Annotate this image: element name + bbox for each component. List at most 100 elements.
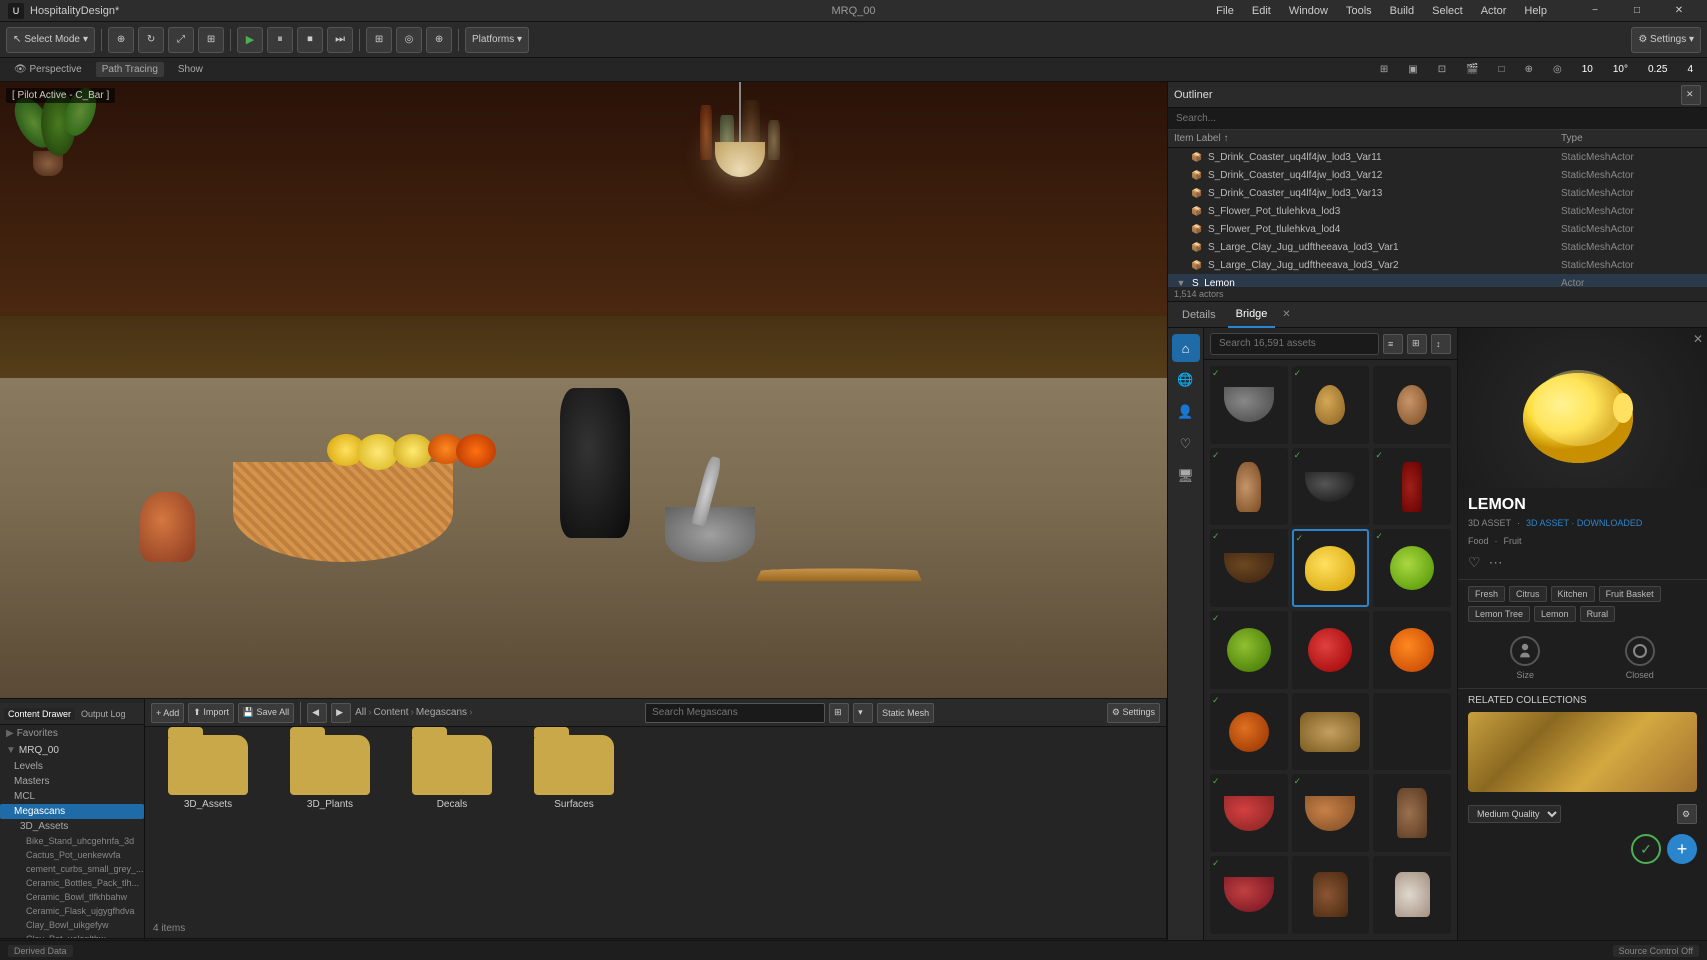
asset-cell-nuts[interactable] <box>1292 693 1370 771</box>
grid-num-btn[interactable]: 10 <box>1576 62 1599 77</box>
import-btn[interactable]: ⬆ Import <box>188 703 234 723</box>
platforms-dropdown[interactable]: Platforms ▾ <box>465 27 529 53</box>
menu-select[interactable]: Select <box>1424 3 1471 19</box>
menu-window[interactable]: Window <box>1281 3 1336 19</box>
bc-content[interactable]: Content <box>374 707 409 718</box>
table-row[interactable]: 📦 S_Drink_Coaster_uq4lf4jw_lod3_Var13 St… <box>1168 184 1707 202</box>
viewport-icon-3[interactable]: ⊡ <box>1432 62 1452 77</box>
asset-cell-red-bowl[interactable]: ✓ <box>1210 774 1288 852</box>
tag-fresh[interactable]: Fresh <box>1468 586 1505 602</box>
asset-cell-empty1[interactable] <box>1373 693 1451 771</box>
detail-category-food[interactable]: Food <box>1468 536 1489 546</box>
table-row[interactable]: 📦 S_Drink_Coaster_uq4lf4jw_lod3_Var11 St… <box>1168 148 1707 166</box>
status-source-control[interactable]: Source Control Off <box>1613 945 1699 957</box>
minimize-button[interactable]: − <box>1575 0 1615 22</box>
transform-btn-3[interactable]: ⤢ <box>168 27 194 53</box>
bc-megascans[interactable]: Megascans <box>416 707 467 718</box>
heart-icon[interactable]: ♡ <box>1172 430 1200 458</box>
asset-cell-wood-bowl[interactable]: ✓ <box>1292 774 1370 852</box>
play-button[interactable]: ▶ <box>237 27 263 53</box>
content-search[interactable] <box>645 703 825 723</box>
asset-cell-white-cup[interactable] <box>1373 856 1451 934</box>
filter-btn[interactable]: ⊞ <box>829 703 849 723</box>
tag-lemon-tree[interactable]: Lemon Tree <box>1468 606 1530 622</box>
stop-button[interactable]: ⏹ <box>297 27 323 53</box>
user-icon[interactable]: 👤 <box>1172 398 1200 426</box>
globe-icon[interactable]: 🌐 <box>1172 366 1200 394</box>
folder-surfaces[interactable]: Surfaces <box>519 735 629 810</box>
tree-megascans[interactable]: Megascans <box>0 804 144 819</box>
filter-static-mesh[interactable]: Static Mesh <box>877 703 934 723</box>
output-log-tab[interactable]: Output Log <box>77 708 130 720</box>
asset-cell-vase[interactable]: ✓ <box>1210 448 1288 526</box>
asset-cell-red-bowl2[interactable]: ✓ <box>1210 856 1288 934</box>
scale-snap-btn[interactable]: ⊕ <box>426 27 452 53</box>
grid-options-btn[interactable]: ⊞ <box>198 27 224 53</box>
close-button[interactable]: ✕ <box>1659 0 1699 22</box>
detail-close-btn[interactable]: ✕ <box>1693 332 1703 346</box>
folder-3d-plants[interactable]: 3D_Plants <box>275 735 385 810</box>
save-all-btn[interactable]: 💾 Save All <box>238 703 294 723</box>
nav-fwd-btn[interactable]: ▶ <box>331 703 351 723</box>
viewport-icon-4[interactable]: 🎬 <box>1460 62 1484 77</box>
filter-options-btn[interactable]: ▾ <box>853 703 873 723</box>
status-derived-data[interactable]: Derived Data <box>8 945 73 957</box>
asset-cell-bottle[interactable]: ✓ <box>1373 448 1451 526</box>
pause-button[interactable]: ⏸ <box>267 27 293 53</box>
details-tab[interactable]: Details <box>1174 302 1224 328</box>
angle-num-btn[interactable]: 10° <box>1607 62 1634 77</box>
asset-cell-brown-egg[interactable] <box>1373 366 1451 444</box>
folder-decals[interactable]: Decals <box>397 735 507 810</box>
monitor-icon[interactable]: 🖥 <box>1172 462 1200 490</box>
asset-cell-lemon[interactable]: ✓ <box>1292 529 1370 607</box>
viewport-icon-6[interactable]: ⊕ <box>1519 62 1539 77</box>
menu-build[interactable]: Build <box>1382 3 1422 19</box>
bridge-tab-close[interactable]: ✕ <box>1279 308 1293 322</box>
menu-help[interactable]: Help <box>1516 3 1555 19</box>
lod-num-btn[interactable]: 4 <box>1681 62 1699 77</box>
add-to-scene-btn[interactable]: + <box>1667 834 1697 864</box>
outliner-close-btn[interactable]: ✕ <box>1681 85 1701 105</box>
download-btn[interactable]: ✓ <box>1631 834 1661 864</box>
detail-category-fruit[interactable]: Fruit <box>1504 536 1522 546</box>
table-row[interactable]: ▼ S_Lemon Actor <box>1168 274 1707 287</box>
detail-more-btn[interactable]: ⋯ <box>1489 554 1503 571</box>
tag-kitchen[interactable]: Kitchen <box>1551 586 1595 602</box>
scale-num-btn[interactable]: 0.25 <box>1642 62 1673 77</box>
settings-dropdown[interactable]: ⚙ Settings ▾ <box>1631 27 1701 53</box>
asset-filter-btn[interactable]: ≡ <box>1383 334 1403 354</box>
viewport-icon-1[interactable]: ⊞ <box>1374 62 1394 77</box>
folder-3d-assets[interactable]: 3D_Assets <box>153 735 263 810</box>
select-mode-dropdown[interactable]: ↖ Select Mode ▾ <box>6 27 95 53</box>
skip-button[interactable]: ⏭ <box>327 27 353 53</box>
rotate-snap-btn[interactable]: ◎ <box>396 27 422 53</box>
related-image[interactable] <box>1468 712 1697 792</box>
home-icon[interactable]: ⌂ <box>1172 334 1200 362</box>
tag-citrus[interactable]: Citrus <box>1509 586 1547 602</box>
detail-heart-btn[interactable]: ♡ <box>1468 554 1481 571</box>
bridge-tab[interactable]: Bridge <box>1228 302 1276 328</box>
asset-cell-lime2[interactable]: ✓ <box>1210 611 1288 689</box>
asset-cell-bowl-gray[interactable]: ✓ <box>1210 366 1288 444</box>
3d-viewport[interactable]: [ Pilot Active - C_Bar ] <box>0 82 1167 698</box>
tag-rural[interactable]: Rural <box>1580 606 1616 622</box>
bc-all[interactable]: All <box>355 707 366 718</box>
viewport-icon-2[interactable]: ▣ <box>1402 62 1423 77</box>
asset-cell-brown-cup[interactable] <box>1292 856 1370 934</box>
menu-actor[interactable]: Actor <box>1473 3 1515 19</box>
menu-tools[interactable]: Tools <box>1338 3 1380 19</box>
asset-cell-orange2[interactable]: ✓ <box>1210 693 1288 771</box>
table-row[interactable]: 📦 S_Large_Clay_Jug_udftheeava_lod3_Var2 … <box>1168 256 1707 274</box>
add-btn[interactable]: + Add <box>151 703 184 723</box>
cb-settings-btn[interactable]: ⚙ Settings <box>1107 703 1160 723</box>
transform-btn-1[interactable]: ⊕ <box>108 27 134 53</box>
tag-lemon[interactable]: Lemon <box>1534 606 1576 622</box>
show-btn[interactable]: Show <box>172 62 209 77</box>
table-row[interactable]: 📦 S_Large_Clay_Jug_udftheeava_lod3_Var1 … <box>1168 238 1707 256</box>
outliner-search[interactable] <box>1168 108 1707 130</box>
asset-cell-small-bowl[interactable]: ✓ <box>1210 529 1288 607</box>
table-row[interactable]: 📦 S_Flower_Pot_tlulehkva_lod3 StaticMesh… <box>1168 202 1707 220</box>
asset-cell-tall-cup[interactable] <box>1373 774 1451 852</box>
perspective-btn[interactable]: 👁 Perspective <box>8 62 88 77</box>
quality-settings-btn[interactable]: ⚙ <box>1677 804 1697 824</box>
